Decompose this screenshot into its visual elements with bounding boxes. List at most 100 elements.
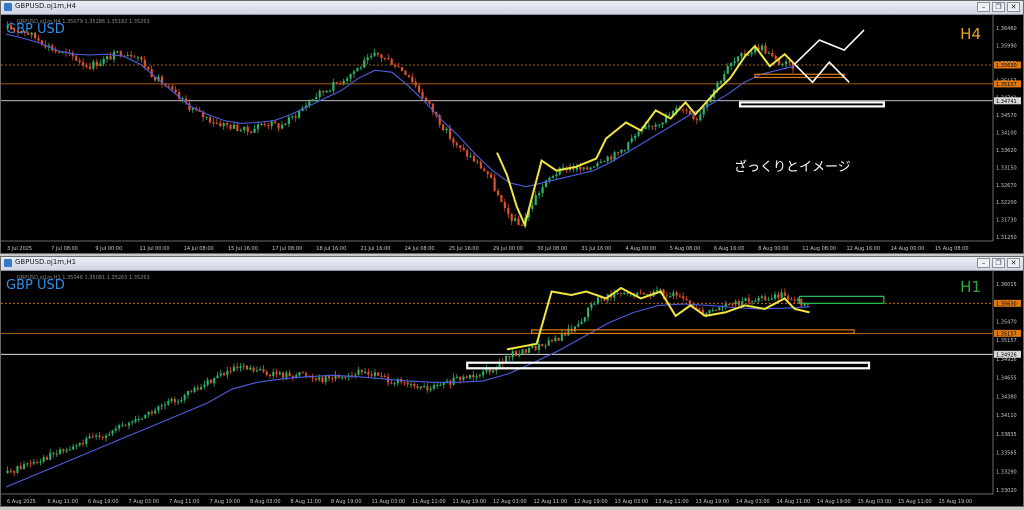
candle-body [88, 66, 92, 69]
time-tick-label: 29 Jul 00:00 [493, 246, 523, 252]
candle-body [582, 167, 585, 170]
candle-body [796, 298, 800, 301]
time-tick-label: 14 Aug 00:00 [891, 246, 925, 252]
candle-body [734, 301, 737, 305]
candle-body [436, 384, 439, 386]
candle-body [613, 152, 616, 160]
close-icon[interactable]: ✕ [1007, 258, 1020, 268]
candle-body [770, 298, 773, 300]
candle-body [352, 71, 356, 74]
time-tick-label: 12 Aug 11:00 [534, 499, 568, 505]
candle-body [141, 418, 144, 420]
candle-body [134, 419, 137, 422]
candle-body [472, 374, 475, 378]
candle-body [373, 372, 376, 376]
candle-body [121, 425, 124, 427]
candle-body [242, 365, 245, 367]
candle-body [109, 56, 112, 60]
candle-body [416, 386, 419, 389]
time-tick-label: 12 Aug 16:00 [846, 246, 880, 252]
candle-body [236, 124, 239, 131]
time-tick-label: 5 Aug 08:00 [670, 246, 701, 252]
candle-body [298, 372, 301, 376]
candle-body [507, 207, 510, 214]
window-titlebar[interactable]: GBPUSD.oj1m,H1 – ❐ ✕ [1, 257, 1023, 271]
time-tick-label: 11 Jul 00:00 [140, 246, 170, 252]
candle-body [619, 293, 622, 295]
zone-box [531, 329, 855, 334]
price-tick-label: 1.34100 [996, 131, 1017, 137]
candle-body [356, 67, 359, 72]
candle-body [442, 124, 445, 131]
minimize-icon[interactable]: – [977, 2, 990, 12]
candle-body [239, 130, 242, 132]
candle-body [393, 383, 396, 385]
candle-body [226, 123, 229, 125]
time-tick-label: 7 Aug 19:00 [210, 499, 241, 505]
candle-body [669, 296, 672, 298]
candle-body [359, 67, 362, 69]
candle-body [596, 297, 599, 304]
candle-body [16, 30, 20, 32]
candle-body [737, 301, 741, 306]
minimize-icon[interactable]: – [977, 258, 990, 268]
chart-app-icon [4, 3, 12, 11]
candle-body [285, 372, 288, 378]
time-tick-label: 7 Aug 11:00 [169, 499, 200, 505]
candle-body [528, 348, 531, 353]
candle-body [106, 56, 109, 60]
candle-body [34, 32, 37, 39]
candle-body [205, 116, 208, 118]
candle-body [39, 461, 42, 463]
candle-body [750, 52, 753, 55]
timeframe-label: H1 [960, 278, 981, 296]
candle-body [459, 376, 462, 380]
candle-body [548, 177, 551, 181]
candle-body [486, 171, 489, 175]
candle-body [531, 345, 534, 349]
close-icon[interactable]: ✕ [1007, 2, 1020, 12]
price-tag-label: 1.34926 [996, 352, 1017, 358]
candle-body [493, 177, 496, 191]
time-tick-label: 14 Jul 08:00 [184, 246, 214, 252]
price-chart-h1[interactable]: GBPUSD.oj1m,H1 1.35046 1.35081 1.35263 1… [1, 270, 1023, 506]
candle-body [599, 161, 602, 163]
restore-icon[interactable]: ❐ [992, 2, 1005, 12]
candle-body [278, 372, 281, 375]
candle-body [136, 57, 140, 59]
candle-body [783, 292, 786, 296]
candle-body [404, 70, 407, 76]
candle-body [747, 298, 750, 302]
candle-body [265, 371, 268, 375]
candle-body [383, 58, 386, 60]
candle-body [274, 121, 277, 124]
candle-body [730, 63, 733, 67]
candle-body [219, 122, 222, 127]
candle-body [147, 66, 150, 70]
candle-body [256, 124, 260, 129]
candle-body [409, 383, 413, 385]
candle-body [414, 81, 417, 86]
candle-body [488, 369, 491, 373]
candle-body [370, 374, 373, 376]
candle-body [587, 307, 590, 318]
candle-body [239, 366, 242, 369]
candle-body [190, 391, 193, 393]
candle-body [277, 123, 280, 129]
candle-body [253, 128, 256, 133]
chart-window-h4[interactable]: GBPUSD.oj1m,H4 – ❐ ✕ GBPUSD.oj1m,H4 1.35… [0, 0, 1024, 254]
window-titlebar[interactable]: GBPUSD.oj1m,H4 – ❐ ✕ [1, 1, 1023, 15]
chart-window-h1[interactable]: GBPUSD.oj1m,H1 – ❐ ✕ GBPUSD.oj1m,H1 1.35… [0, 256, 1024, 507]
time-tick-label: 8 Aug 00:00 [758, 246, 789, 252]
candle-body [514, 218, 517, 221]
candle-body [479, 161, 482, 169]
candle-body [387, 58, 390, 60]
restore-icon[interactable]: ❐ [992, 258, 1005, 268]
candle-body [315, 97, 318, 100]
candle-body [226, 370, 229, 376]
price-chart-h4[interactable]: GBPUSD.oj1m,H4 1.35079 1.35286 1.35182 1… [1, 14, 1023, 253]
candle-body [130, 54, 133, 57]
candle-body [6, 25, 9, 29]
time-tick-label: 13 Aug 19:00 [696, 499, 730, 505]
candle-body [655, 289, 659, 292]
